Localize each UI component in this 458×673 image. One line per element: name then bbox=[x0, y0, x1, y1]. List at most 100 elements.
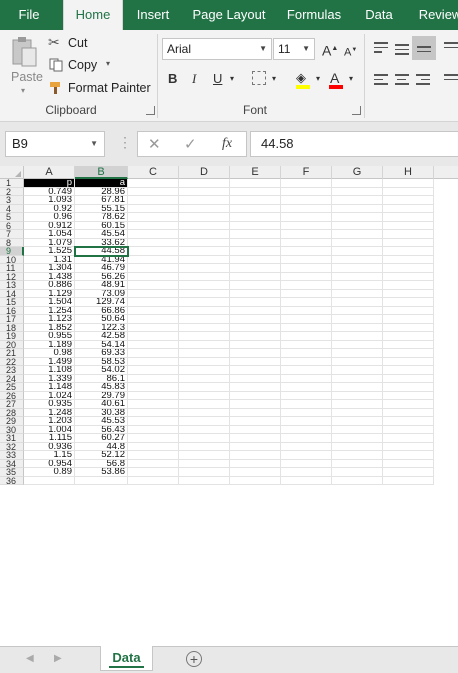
cell-a25[interactable]: 1.148 bbox=[24, 383, 75, 392]
cell-f20[interactable] bbox=[281, 340, 332, 349]
font-name-select[interactable]: Arial ▼ bbox=[162, 38, 272, 60]
cell-a26[interactable]: 1.024 bbox=[24, 391, 75, 400]
formula-input[interactable]: 44.58 bbox=[250, 131, 458, 157]
select-all-button[interactable] bbox=[0, 166, 24, 179]
cell-d24[interactable] bbox=[179, 374, 230, 383]
cell-h11[interactable] bbox=[383, 264, 434, 273]
cell-g11[interactable] bbox=[332, 264, 383, 273]
cell-a15[interactable]: 1.504 bbox=[24, 298, 75, 307]
underline-button[interactable]: U bbox=[213, 68, 222, 90]
cell-h19[interactable] bbox=[383, 332, 434, 341]
row-header[interactable]: 8 bbox=[0, 238, 24, 247]
cell-b21[interactable]: 69.33 bbox=[75, 349, 128, 358]
cell-e26[interactable] bbox=[230, 391, 281, 400]
cell-f21[interactable] bbox=[281, 349, 332, 358]
cell-d28[interactable] bbox=[179, 408, 230, 417]
cell-e33[interactable] bbox=[230, 451, 281, 460]
cell-h15[interactable] bbox=[383, 298, 434, 307]
cell-b29[interactable]: 45.53 bbox=[75, 417, 128, 426]
cell-e23[interactable] bbox=[230, 366, 281, 375]
cell-d10[interactable] bbox=[179, 255, 230, 264]
cell-c15[interactable] bbox=[128, 298, 179, 307]
fill-dropdown-icon[interactable]: ▾ bbox=[316, 68, 320, 90]
tab-formulas[interactable]: Formulas bbox=[282, 0, 346, 30]
cell-e34[interactable] bbox=[230, 459, 281, 468]
format-painter-button[interactable]: Format Painter bbox=[48, 79, 152, 97]
align-top-icon[interactable] bbox=[374, 42, 388, 56]
cell-g15[interactable] bbox=[332, 298, 383, 307]
cell-d31[interactable] bbox=[179, 434, 230, 443]
cell-a13[interactable]: 0.886 bbox=[24, 281, 75, 290]
column-header-h[interactable]: H bbox=[383, 166, 434, 179]
cell-h26[interactable] bbox=[383, 391, 434, 400]
scroll-right-icon[interactable]: ▶ bbox=[54, 653, 62, 664]
cell-c16[interactable] bbox=[128, 306, 179, 315]
cell-c10[interactable] bbox=[128, 255, 179, 264]
cell-a19[interactable]: 0.955 bbox=[24, 332, 75, 341]
cell-b7[interactable]: 45.54 bbox=[75, 230, 128, 239]
cell-f32[interactable] bbox=[281, 442, 332, 451]
cell-h23[interactable] bbox=[383, 366, 434, 375]
cell-c8[interactable] bbox=[128, 238, 179, 247]
cut-button[interactable]: ✂ Cut bbox=[48, 34, 108, 52]
name-box[interactable]: B9 ▼ bbox=[5, 131, 105, 157]
cell-e13[interactable] bbox=[230, 281, 281, 290]
cell-a28[interactable]: 1.248 bbox=[24, 408, 75, 417]
cell-b26[interactable]: 29.79 bbox=[75, 391, 128, 400]
cell-g26[interactable] bbox=[332, 391, 383, 400]
cell-f3[interactable] bbox=[281, 196, 332, 205]
cell-g21[interactable] bbox=[332, 349, 383, 358]
cell-c6[interactable] bbox=[128, 221, 179, 230]
cell-g4[interactable] bbox=[332, 204, 383, 213]
cell-b1[interactable]: a bbox=[75, 179, 128, 188]
cell-d35[interactable] bbox=[179, 468, 230, 477]
align-right-icon[interactable] bbox=[416, 74, 430, 88]
cell-c13[interactable] bbox=[128, 281, 179, 290]
cell-d1[interactable] bbox=[179, 179, 230, 188]
cell-h27[interactable] bbox=[383, 400, 434, 409]
cell-a1[interactable]: p bbox=[24, 179, 75, 188]
cell-e3[interactable] bbox=[230, 196, 281, 205]
cell-d20[interactable] bbox=[179, 340, 230, 349]
column-header-d[interactable]: D bbox=[179, 166, 230, 179]
cell-e6[interactable] bbox=[230, 221, 281, 230]
cell-h34[interactable] bbox=[383, 459, 434, 468]
cell-c21[interactable] bbox=[128, 349, 179, 358]
cell-c9[interactable] bbox=[128, 247, 179, 256]
cell-a16[interactable]: 1.254 bbox=[24, 306, 75, 315]
cell-d12[interactable] bbox=[179, 272, 230, 281]
font-color-button[interactable]: A bbox=[329, 67, 343, 89]
font-launcher-icon[interactable] bbox=[352, 106, 361, 115]
cell-c1[interactable] bbox=[128, 179, 179, 188]
cell-h29[interactable] bbox=[383, 417, 434, 426]
bold-button[interactable]: B bbox=[168, 68, 177, 90]
cell-g27[interactable] bbox=[332, 400, 383, 409]
cell-f1[interactable] bbox=[281, 179, 332, 188]
cell-g5[interactable] bbox=[332, 213, 383, 222]
cell-h22[interactable] bbox=[383, 357, 434, 366]
cell-c17[interactable] bbox=[128, 315, 179, 324]
cell-b2[interactable]: 28.96 bbox=[75, 187, 128, 196]
cell-b20[interactable]: 54.14 bbox=[75, 340, 128, 349]
cell-c32[interactable] bbox=[128, 442, 179, 451]
cell-a8[interactable]: 1.079 bbox=[24, 238, 75, 247]
cell-g12[interactable] bbox=[332, 272, 383, 281]
cell-e21[interactable] bbox=[230, 349, 281, 358]
tab-insert[interactable]: Insert bbox=[128, 0, 178, 30]
cell-h16[interactable] bbox=[383, 306, 434, 315]
cell-d17[interactable] bbox=[179, 315, 230, 324]
cell-h3[interactable] bbox=[383, 196, 434, 205]
align-center-icon[interactable] bbox=[395, 74, 409, 88]
cell-g31[interactable] bbox=[332, 434, 383, 443]
cell-b32[interactable]: 44.8 bbox=[75, 442, 128, 451]
cell-d8[interactable] bbox=[179, 238, 230, 247]
fill-color-button[interactable]: ◈ bbox=[296, 67, 310, 89]
cell-d7[interactable] bbox=[179, 230, 230, 239]
cell-a30[interactable]: 1.004 bbox=[24, 425, 75, 434]
cell-d11[interactable] bbox=[179, 264, 230, 273]
cell-a32[interactable]: 0.936 bbox=[24, 442, 75, 451]
cell-a18[interactable]: 1.852 bbox=[24, 323, 75, 332]
sheet-tab-data[interactable]: Data bbox=[100, 646, 153, 671]
cell-g13[interactable] bbox=[332, 281, 383, 290]
insert-function-button[interactable]: fx bbox=[222, 136, 232, 152]
